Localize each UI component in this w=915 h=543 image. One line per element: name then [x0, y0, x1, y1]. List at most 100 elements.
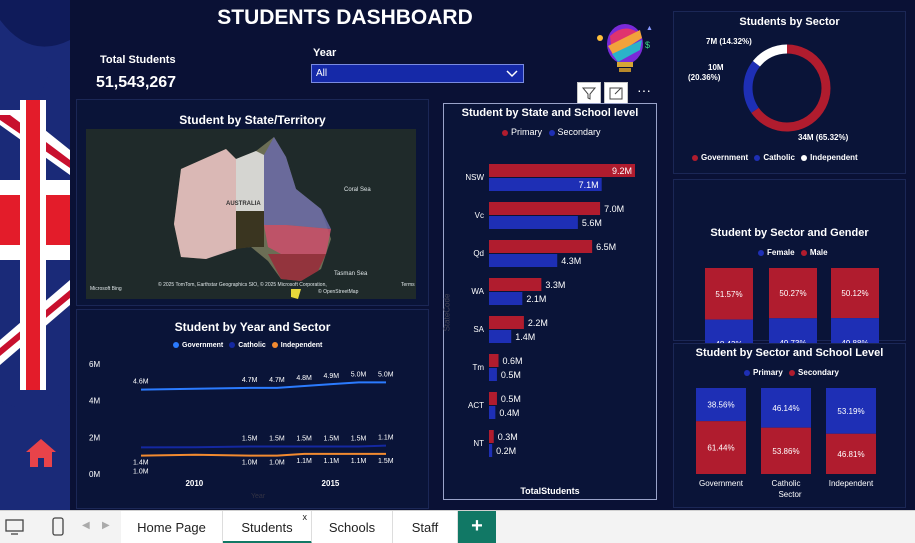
- tab-schools[interactable]: Schools: [312, 511, 393, 543]
- data-label: 1.0M: [242, 460, 258, 467]
- coral-sea-label: Coral Sea: [344, 187, 371, 193]
- data-label: 46.81%: [837, 450, 864, 459]
- data-label: 4.9M: [324, 373, 340, 380]
- sector-donut-chart[interactable]: 34M (65.32%) 10M(20.36%) 7M (14.32%): [674, 28, 904, 156]
- bar-secondary: [489, 368, 497, 381]
- category-label: Government: [699, 479, 744, 488]
- data-label: 1.5M: [351, 436, 367, 443]
- series-line-catholic: [140, 444, 387, 449]
- home-icon[interactable]: [24, 437, 58, 469]
- flag-decoration: [0, 0, 70, 510]
- data-label: 4.7M: [242, 377, 258, 384]
- tab-scroll-left[interactable]: ◀: [82, 520, 90, 531]
- data-label: 5.0M: [351, 371, 367, 378]
- year-line-chart[interactable]: 6M 4M 2M 0M 4.6M 4.7M 4.7M 4.8M 4.9M 5.0M 5.0M 1.5M…: [81, 352, 421, 507]
- level-stacked-chart[interactable]: 38.56% 61.44% Government 46.14% 53.86% Cathol…: [674, 380, 907, 510]
- year-chart-title: Student by Year and Sector: [174, 320, 331, 334]
- data-label: 0.4M: [499, 408, 519, 418]
- x-tick-label: 2015: [322, 479, 340, 488]
- sector-chart-legend: Government Catholic Independent: [692, 153, 858, 162]
- data-label: 5.6M: [582, 218, 602, 228]
- data-label: 2.2M: [528, 318, 548, 328]
- data-label: 1.1M: [351, 458, 367, 465]
- close-tab-icon[interactable]: x: [303, 501, 308, 534]
- tab-scroll-right[interactable]: ▶: [102, 520, 110, 531]
- category-label: Vc: [475, 211, 484, 220]
- australia-map[interactable]: Coral Sea Tasman Sea AUSTRALIA Microsoft…: [86, 129, 416, 299]
- filter-icon[interactable]: [577, 82, 601, 104]
- side-banner: [0, 0, 70, 510]
- gender-chart-legend: Female Male: [758, 248, 828, 257]
- bing-logo: Microsoft Bing: [90, 286, 122, 292]
- data-label: 1.5M: [296, 436, 312, 443]
- level-chart-title: Student by Sector and School Level: [695, 347, 884, 359]
- data-label: 1.0M: [133, 469, 149, 476]
- sector-chart-title: Students by Sector: [739, 16, 840, 28]
- y-tick-label: 2M: [89, 433, 100, 442]
- tab-home-page[interactable]: Home Page: [121, 511, 223, 543]
- data-label: 51.57%: [715, 290, 742, 299]
- gender-stacked-chart[interactable]: 51.57%48.43%50.27%49.73%50.12%49.88%: [674, 260, 907, 350]
- bar-secondary: [489, 216, 578, 229]
- data-label: 3.3M: [545, 280, 565, 290]
- data-label: 1.1M: [378, 435, 394, 442]
- bar-secondary: [489, 292, 523, 305]
- data-label: 1.4M: [133, 460, 149, 467]
- data-label: 6.5M: [596, 242, 616, 252]
- data-label: 9.2M: [612, 166, 632, 176]
- legend-female: Female: [767, 248, 795, 257]
- year-filter-dropdown[interactable]: All: [311, 64, 524, 83]
- data-label: 53.86%: [772, 447, 799, 456]
- gender-chart-title: Student by Sector and Gender: [710, 227, 869, 239]
- data-label: 1.4M: [515, 332, 535, 342]
- sector-gender-panel: Student by Sector and Gender Female Male…: [673, 179, 906, 350]
- x-axis-title: Sector: [778, 490, 801, 499]
- slice-label: (20.36%): [688, 73, 721, 82]
- report-root: STUDENTS DASHBOARD Total Students 51,543…: [0, 0, 915, 543]
- year-sector-panel: Student by Year and Sector Government Ca…: [76, 309, 429, 509]
- report-canvas: STUDENTS DASHBOARD Total Students 51,543…: [70, 0, 915, 510]
- bar-secondary: [489, 254, 558, 267]
- svg-text:▲: ▲: [646, 25, 653, 32]
- category-label: NSW: [465, 173, 484, 182]
- category-label: Tm: [472, 363, 484, 372]
- data-label: 4.7M: [269, 377, 285, 384]
- svg-text:$: $: [645, 40, 650, 50]
- bar-primary: [489, 316, 524, 329]
- legend-secondary: Secondary: [557, 127, 601, 137]
- add-page-button[interactable]: +: [458, 511, 496, 543]
- data-label: 2.1M: [526, 294, 546, 304]
- data-label: 1.5M: [378, 458, 394, 465]
- focus-mode-icon[interactable]: [604, 82, 628, 104]
- data-label: 1.5M: [242, 436, 258, 443]
- state-chart-yaxis-title: StateCode: [442, 293, 452, 332]
- kpi-label: Total Students: [100, 54, 176, 66]
- x-tick-label: 2010: [185, 479, 203, 488]
- legend-government: Government: [701, 153, 749, 162]
- more-options-icon[interactable]: ···: [631, 82, 657, 104]
- legend-catholic: Catholic: [763, 153, 795, 162]
- legend-secondary: Secondary: [798, 368, 839, 377]
- tab-students-label: Students: [241, 520, 293, 535]
- desktop-view-icon[interactable]: [4, 517, 26, 537]
- legend-independent: Independent: [810, 153, 858, 162]
- legend-catholic: Catholic: [238, 342, 266, 349]
- donut-slice-independent: [752, 44, 788, 67]
- tab-staff[interactable]: Staff: [393, 511, 458, 543]
- data-label: 7.1M: [579, 180, 599, 190]
- data-label: 1.5M: [324, 436, 340, 443]
- year-filter-label: Year: [313, 47, 337, 59]
- data-label: 4.6M: [133, 379, 149, 386]
- state-bar-chart[interactable]: NSW 9.2M 7.1M Vc 7.0M5.6M Qd 6.5M 4.3M WA 3.3M 2.1…: [444, 144, 654, 489]
- legend-primary: Primary: [511, 127, 542, 137]
- legend-primary: Primary: [753, 368, 783, 377]
- series-line-government: [140, 381, 386, 391]
- bar-primary: [489, 392, 497, 405]
- tab-students[interactable]: Students x: [223, 511, 312, 543]
- category-label: WA: [471, 287, 484, 296]
- mobile-view-icon[interactable]: [50, 516, 66, 538]
- legend-independent: Independent: [280, 342, 323, 349]
- bar-primary: [489, 278, 542, 291]
- data-label: 50.27%: [779, 289, 806, 298]
- year-chart-legend: Government Catholic Independent: [173, 342, 322, 349]
